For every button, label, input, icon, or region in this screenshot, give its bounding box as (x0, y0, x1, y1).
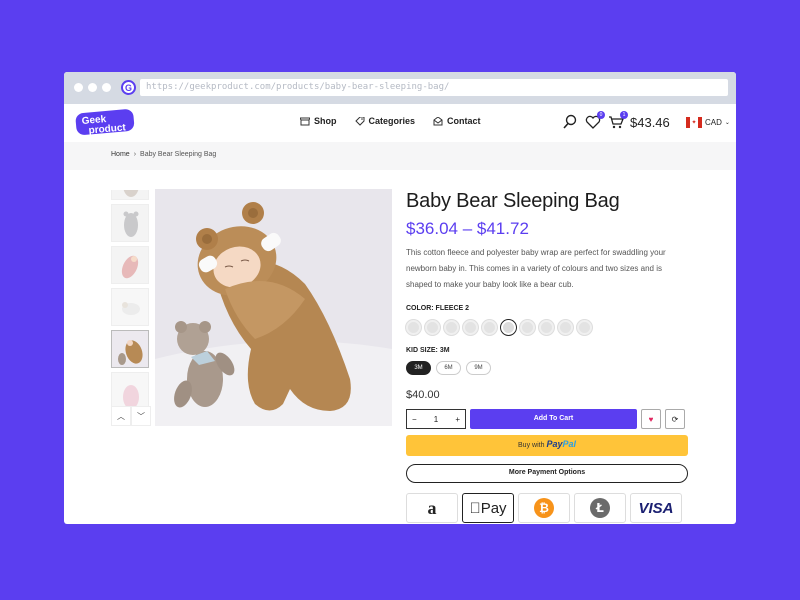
litecoin-icon: Ł (574, 493, 626, 523)
color-swatch[interactable] (520, 320, 535, 335)
chevron-up-icon: ︿ (117, 411, 125, 421)
tag-icon (354, 116, 364, 126)
thumbnail-5[interactable] (111, 330, 149, 368)
color-swatch[interactable] (577, 320, 592, 335)
cart-badge: 1 (620, 111, 628, 119)
nav-shop-label: Shop (314, 116, 337, 126)
product-price-range: $36.04 – $41.72 (406, 219, 529, 238)
product-description: This cotton fleece and polyester baby wr… (406, 248, 666, 289)
window-dot-2[interactable] (88, 83, 97, 92)
window-dot-1[interactable] (74, 83, 83, 92)
breadcrumb-current: Baby Bear Sleeping Bag (140, 151, 217, 158)
add-to-wishlist-button[interactable]: ♥ (641, 409, 661, 429)
amazon-pay-icon: a (406, 493, 458, 523)
nav-categories-label: Categories (368, 116, 416, 126)
size-label: KID SIZE: 3M (406, 347, 450, 354)
paypal-button[interactable]: Buy with PayPal (406, 435, 688, 456)
thumbnail-3[interactable] (111, 246, 149, 284)
color-swatch[interactable] (463, 320, 478, 335)
nav-shop[interactable]: Shop (300, 116, 337, 126)
color-swatch[interactable] (539, 320, 554, 335)
thumbnail-6[interactable] (111, 372, 149, 410)
compare-button[interactable]: ⟳ (665, 409, 685, 429)
size-option-3m[interactable]: 3M (406, 361, 431, 375)
shop-icon (300, 117, 310, 125)
site-header: Geek product Shop Categories Contact 0 1… (64, 104, 736, 142)
canada-flag-icon: ✦ (686, 117, 702, 128)
chevron-down-icon: ⌄ (724, 120, 730, 126)
nav-categories[interactable]: Categories (354, 116, 416, 126)
chevron-down-icon: ﹀ (137, 411, 145, 421)
size-option-9m[interactable]: 9M (466, 361, 491, 375)
nav-contact[interactable]: Contact (433, 116, 481, 126)
currency-selector[interactable]: ✦ CAD ⌄ (686, 117, 730, 128)
wishlist-badge: 0 (597, 111, 605, 119)
nav-contact-label: Contact (447, 116, 481, 126)
mail-icon (433, 116, 443, 125)
wishlist-button[interactable]: 0 (585, 111, 605, 130)
breadcrumb: Home › Baby Bear Sleeping Bag (64, 142, 736, 170)
baby-bear-photo (155, 189, 392, 426)
quantity-value[interactable]: 1 (434, 415, 438, 424)
payment-methods: a Pay ₿ Ł VISA (406, 493, 688, 523)
thumbnail-strip (111, 190, 151, 426)
color-swatch[interactable] (482, 320, 497, 335)
cart-total[interactable]: $43.46 (630, 115, 670, 130)
breadcrumb-home[interactable]: Home (111, 151, 130, 158)
compare-icon: ⟳ (671, 414, 679, 424)
apple-pay-icon: Pay (462, 493, 514, 523)
color-swatch[interactable] (501, 320, 516, 335)
breadcrumb-separator: › (133, 151, 137, 158)
size-option-6m[interactable]: 6M (436, 361, 461, 375)
color-swatches (406, 320, 688, 335)
quantity-minus-button[interactable]: − (412, 415, 417, 424)
visa-icon: VISA (630, 493, 682, 523)
cart-button[interactable]: 1 (608, 111, 628, 130)
color-label: COLOR: FLEECE 2 (406, 305, 470, 312)
paypal-logo: PayPal (546, 439, 576, 449)
product-info: Baby Bear Sleeping Bag $36.04 – $41.72 T… (406, 190, 688, 523)
window-dot-3[interactable] (102, 83, 111, 92)
thumbnail-2[interactable] (111, 204, 149, 242)
add-to-cart-button[interactable]: Add To Cart (470, 409, 637, 429)
thumbnail-4[interactable] (111, 288, 149, 326)
color-swatch[interactable] (425, 320, 440, 335)
quantity-stepper: − 1 + (406, 409, 466, 429)
bitcoin-icon: ₿ (518, 493, 570, 523)
thumbnail-1[interactable] (111, 190, 149, 200)
browser-window: G https://geekproduct.com/products/baby-… (64, 72, 736, 524)
main-nav: Shop Categories Contact (300, 116, 481, 126)
quantity-plus-button[interactable]: + (455, 415, 460, 424)
search-icon[interactable] (562, 114, 578, 130)
product-title: Baby Bear Sleeping Bag (406, 190, 620, 212)
heart-icon: ♥ (648, 414, 654, 424)
currency-code: CAD (705, 118, 722, 127)
thumbnail-nav: ︿ ﹀ (111, 406, 151, 426)
color-swatch[interactable] (558, 320, 573, 335)
thumbnail-down-button[interactable]: ﹀ (131, 406, 151, 426)
color-swatch[interactable] (444, 320, 459, 335)
address-bar[interactable]: https://geekproduct.com/products/baby-be… (140, 79, 728, 96)
purchase-row: − 1 + Add To Cart ♥ ⟳ (406, 409, 688, 429)
product-main-image[interactable] (155, 189, 392, 426)
paypal-prefix: Buy with (518, 442, 545, 449)
color-swatch[interactable] (406, 320, 421, 335)
thumbnail-up-button[interactable]: ︿ (111, 406, 131, 426)
more-payment-options-button[interactable]: More Payment Options (406, 464, 688, 483)
size-options: 3M 6M 9M (406, 361, 688, 375)
selected-price: $40.00 (406, 389, 440, 401)
browser-chrome: G https://geekproduct.com/products/baby-… (64, 72, 736, 104)
geek-product-logo[interactable]: Geek product (74, 108, 138, 138)
extension-g-icon[interactable]: G (121, 80, 136, 95)
logo-text-line2: product (88, 122, 127, 136)
